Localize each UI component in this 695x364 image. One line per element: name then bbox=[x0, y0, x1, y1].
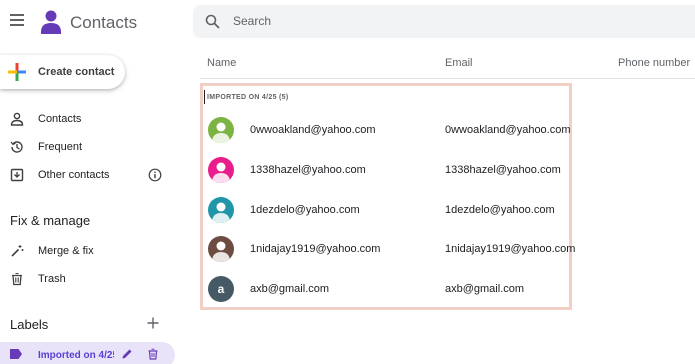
contact-name: 1dezdelo@yahoo.com bbox=[250, 204, 360, 216]
column-header-phone[interactable]: Phone number bbox=[618, 57, 690, 69]
sidebar-label-text: Imported on 4/25 bbox=[38, 350, 114, 361]
plus-icon bbox=[8, 63, 26, 81]
sidebar-item-frequent[interactable]: Frequent bbox=[0, 134, 175, 160]
edit-pencil-icon[interactable] bbox=[121, 348, 133, 360]
sidebar-item-label: Trash bbox=[38, 273, 66, 285]
text-cursor bbox=[204, 90, 205, 104]
avatar-person-icon bbox=[208, 236, 234, 262]
sidebar-label-imported[interactable]: Imported on 4/25 bbox=[0, 342, 175, 364]
contact-name: 0wwoakland@yahoo.com bbox=[250, 124, 376, 136]
table-row[interactable]: 1nidajay1919@yahoo.com 1nidajay1919@yaho… bbox=[200, 231, 576, 271]
sidebar-item-label: Contacts bbox=[38, 113, 82, 125]
contact-email: axb@gmail.com bbox=[445, 283, 525, 295]
sidebar-item-contacts[interactable]: Contacts bbox=[0, 106, 175, 132]
avatar-person-icon bbox=[208, 197, 234, 223]
create-contact-button[interactable]: Create contact bbox=[0, 55, 125, 89]
sidebar-item-label: Other contacts bbox=[38, 169, 110, 181]
header-divider bbox=[200, 78, 695, 79]
contact-email: 1338hazel@yahoo.com bbox=[445, 164, 561, 176]
fix-manage-heading: Fix & manage bbox=[10, 213, 91, 228]
add-label-icon[interactable] bbox=[146, 316, 160, 330]
main-menu-icon[interactable] bbox=[10, 14, 24, 26]
sidebar-item-other-contacts[interactable]: Other contacts bbox=[0, 162, 175, 188]
contact-email: 0wwoakland@yahoo.com bbox=[445, 124, 571, 136]
table-row[interactable]: 0wwoakland@yahoo.com 0wwoakland@yahoo.co… bbox=[200, 112, 572, 152]
sidebar-item-merge-fix[interactable]: Merge & fix bbox=[0, 238, 175, 264]
table-row[interactable]: a axb@gmail.com axb@gmail.com bbox=[200, 271, 572, 311]
contact-name: axb@gmail.com bbox=[250, 283, 330, 295]
column-header-name[interactable]: Name bbox=[207, 57, 236, 69]
history-icon bbox=[10, 141, 23, 153]
group-title: IMPORTED ON 4/25 (5) bbox=[207, 94, 289, 101]
contact-name: 1nidajay1919@yahoo.com bbox=[250, 243, 381, 255]
sidebar-item-label: Frequent bbox=[38, 141, 83, 153]
contacts-logo-icon bbox=[41, 10, 61, 34]
sidebar-item-trash[interactable]: Trash bbox=[0, 266, 175, 292]
avatar-person-icon bbox=[208, 157, 234, 183]
create-contact-label: Create contact bbox=[38, 66, 115, 78]
table-row[interactable]: 1dezdelo@yahoo.com 1dezdelo@yahoo.com bbox=[200, 192, 572, 232]
search-input[interactable] bbox=[233, 11, 533, 31]
info-icon[interactable] bbox=[148, 168, 162, 182]
avatar-person-icon bbox=[208, 117, 234, 143]
search-icon[interactable] bbox=[205, 14, 220, 29]
sidebar-item-label: Merge & fix bbox=[38, 245, 94, 257]
labels-heading: Labels bbox=[10, 317, 49, 332]
magic-wand-icon bbox=[11, 245, 24, 257]
contact-email: 1dezdelo@yahoo.com bbox=[445, 204, 555, 216]
archive-icon bbox=[10, 168, 24, 182]
search-bar[interactable] bbox=[193, 5, 695, 38]
avatar-letter: a bbox=[208, 276, 234, 302]
label-tag-icon bbox=[10, 349, 22, 359]
contact-name: 1338hazel@yahoo.com bbox=[250, 164, 366, 176]
delete-label-icon[interactable] bbox=[147, 348, 159, 360]
column-header-email[interactable]: Email bbox=[445, 57, 473, 69]
person-icon bbox=[10, 112, 24, 126]
contact-email: 1nidajay1919@yahoo.com bbox=[445, 243, 576, 255]
trash-icon bbox=[12, 272, 22, 286]
app-title: Contacts bbox=[70, 13, 138, 32]
table-row[interactable]: 1338hazel@yahoo.com 1338hazel@yahoo.com bbox=[200, 152, 572, 192]
